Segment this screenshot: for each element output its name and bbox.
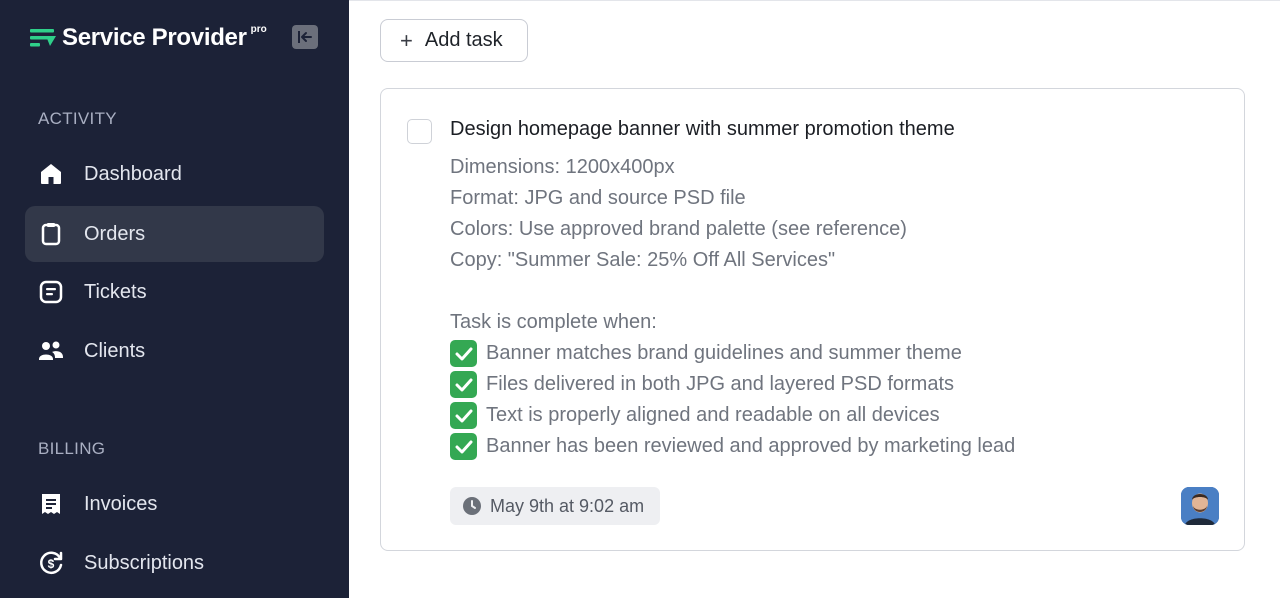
section-label-billing: BILLING [38, 439, 106, 458]
criteria-heading: Task is complete when: [450, 311, 657, 333]
section-label-activity: ACTIVITY [38, 109, 117, 128]
nav-label: Dashboard [84, 162, 182, 185]
task-detail: Copy: "Summer Sale: 25% Off All Services… [450, 249, 836, 271]
service-provider-logo-icon [30, 29, 56, 47]
brand-badge: pro [250, 23, 267, 35]
clock-icon [463, 497, 481, 515]
criteria-item: Banner has been reviewed and approved by… [450, 431, 1015, 462]
collapse-sidebar-icon [298, 31, 312, 43]
criteria-text: Banner matches brand guidelines and summ… [486, 342, 962, 364]
brand[interactable]: Service Provider pro [30, 22, 267, 54]
task-checkbox[interactable] [407, 119, 432, 144]
sidebar: Service Provider pro ACTIVITY Dashboard … [0, 0, 349, 598]
assignee-avatar[interactable] [1181, 487, 1219, 525]
criteria-text: Files delivered in both JPG and layered … [486, 373, 954, 395]
nav-label: Orders [84, 222, 146, 245]
plus-icon: + [400, 27, 413, 53]
nav-item-dashboard[interactable]: Dashboard [25, 146, 324, 202]
task-spacer [450, 276, 1015, 307]
add-task-label: Add task [424, 29, 503, 51]
nav-item-invoices[interactable]: Invoices [25, 476, 324, 532]
criteria-item: Banner matches brand guidelines and summ… [450, 338, 1015, 369]
add-task-button[interactable]: + Add task [380, 19, 528, 62]
task-description: Dimensions: 1200x400px Format: JPG and s… [450, 152, 1015, 462]
home-icon [38, 161, 64, 187]
task-detail: Format: JPG and source PSD file [450, 187, 746, 209]
nav-label: Subscriptions [84, 551, 205, 574]
brand-name: Service Provider [62, 24, 247, 51]
subscription-icon: $ [38, 550, 64, 576]
criteria-text: Text is properly aligned and readable on… [486, 404, 940, 426]
collapse-sidebar-button[interactable] [292, 25, 318, 49]
clipboard-icon [38, 221, 64, 247]
top-divider [349, 0, 1280, 1]
checkmark-icon [450, 433, 477, 460]
checkmark-icon [450, 371, 477, 398]
task-detail: Dimensions: 1200x400px [450, 156, 675, 178]
criteria-item: Files delivered in both JPG and layered … [450, 369, 1015, 400]
nav-item-orders[interactable]: Orders [25, 206, 324, 262]
checkmark-icon [450, 402, 477, 429]
task-date: May 9th at 9:02 am [490, 495, 645, 516]
users-icon [38, 338, 64, 364]
task-detail: Colors: Use approved brand palette (see … [450, 218, 907, 240]
svg-text:$: $ [48, 557, 55, 571]
receipt-icon [38, 491, 64, 517]
task-card[interactable]: Design homepage banner with summer promo… [380, 88, 1245, 551]
nav-label: Clients [84, 339, 146, 362]
nav-item-tickets[interactable]: Tickets [25, 264, 324, 320]
nav-item-subscriptions[interactable]: $ Subscriptions [25, 535, 324, 591]
nav-label: Invoices [84, 492, 158, 515]
criteria-text: Banner has been reviewed and approved by… [486, 435, 1016, 457]
task-date-badge: May 9th at 9:02 am [450, 487, 661, 525]
nav-item-clients[interactable]: Clients [25, 323, 324, 379]
nav-label: Tickets [84, 280, 147, 303]
task-title: Design homepage banner with summer promo… [450, 118, 955, 140]
ticket-icon [38, 279, 64, 305]
checkmark-icon [450, 340, 477, 367]
criteria-item: Text is properly aligned and readable on… [450, 400, 1015, 431]
